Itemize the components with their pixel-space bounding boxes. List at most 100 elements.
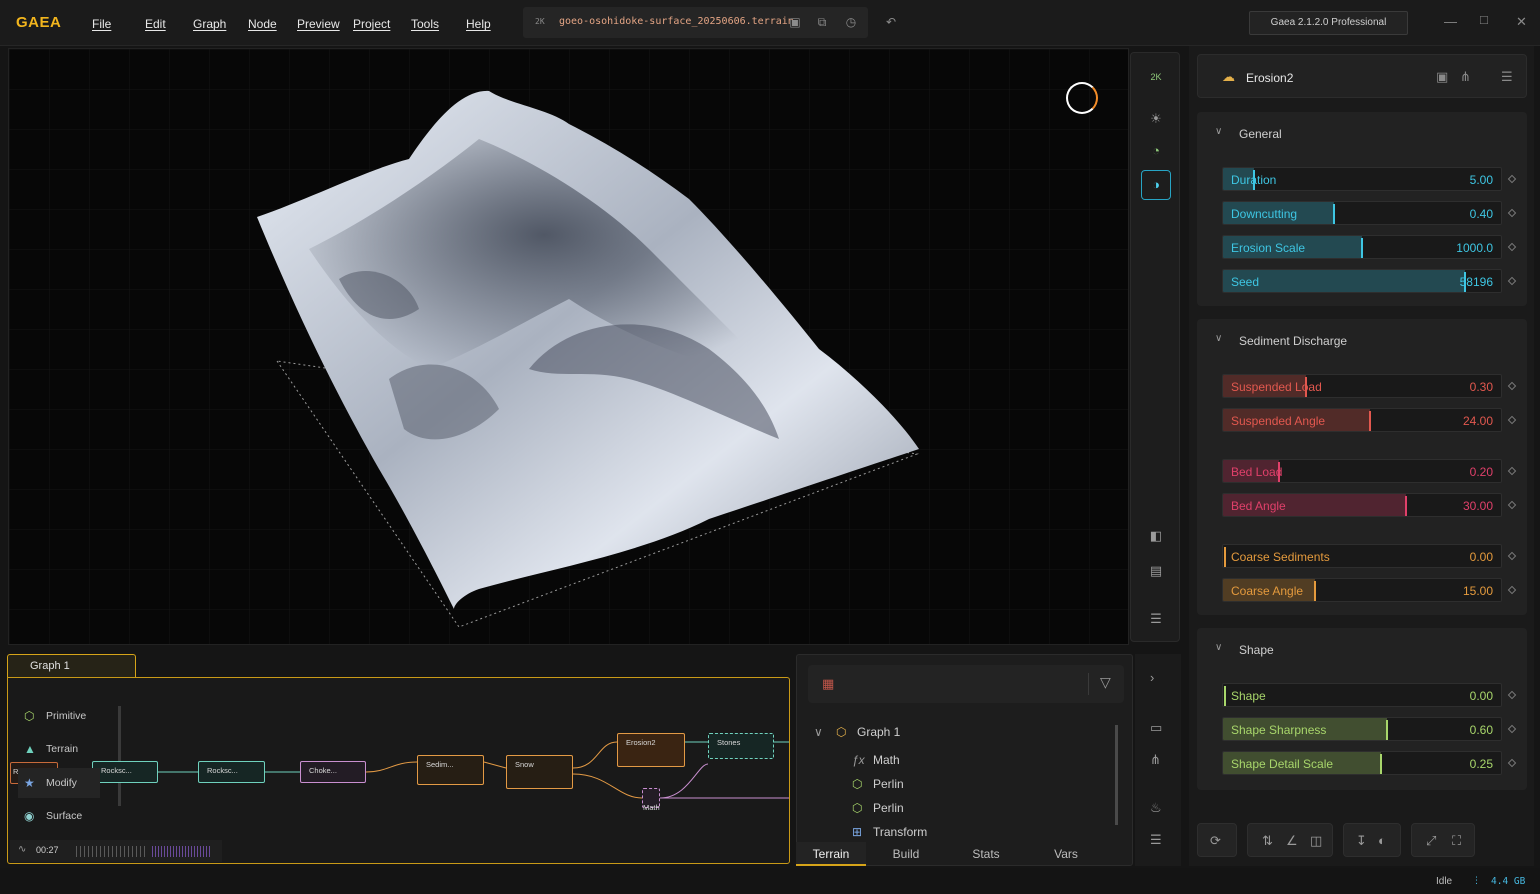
tab-vars[interactable]: Vars [1034,842,1098,866]
graph-node[interactable]: Rocksc... [198,761,265,783]
keyframe-diamond-icon[interactable] [1507,415,1517,425]
keyframe-diamond-icon[interactable] [1507,585,1517,595]
color-wheel-icon[interactable]: ◔ [1142,139,1170,163]
nodes-icon[interactable]: ⋔ [1150,752,1161,768]
param-slider-coarse-angle[interactable]: Coarse Angle 15.00 [1222,578,1502,602]
palette-surface[interactable]: ◉ Surface [18,801,100,831]
share-icon[interactable]: ⋔ [1460,69,1471,85]
section-title[interactable]: Sediment Discharge [1239,334,1347,348]
param-slider-bed-angle[interactable]: Bed Angle 30.00 [1222,493,1502,517]
keyframe-diamond-icon[interactable] [1507,242,1517,252]
slider-handle[interactable] [1224,547,1226,567]
param-value[interactable]: 0.25 [1470,757,1493,771]
param-slider-seed[interactable]: Seed 58196 [1222,269,1502,293]
tree-item-transform[interactable]: Transform [873,825,927,839]
menu-lines-icon[interactable]: ☰ [1142,607,1170,631]
copy-icon[interactable]: ⧉ [815,15,829,29]
palette-primitive[interactable]: ⬡ Primitive [18,701,100,731]
search-input[interactable]: ▦ ▽ [808,665,1124,703]
history-icon[interactable]: ◷ [844,15,858,29]
param-value[interactable]: 15.00 [1463,584,1493,598]
keyframe-diamond-icon[interactable] [1507,690,1517,700]
graph-node[interactable]: Math [642,788,660,812]
graph-node[interactable]: Sedim... [417,755,484,785]
fire-icon[interactable]: ♨ [1150,800,1162,816]
3d-viewport[interactable] [8,48,1129,645]
compare-icon[interactable]: ◧ [1142,524,1170,548]
graph-node[interactable]: Stones [708,733,774,759]
section-title[interactable]: Shape [1239,643,1274,657]
tree-root-graph[interactable]: Graph 1 [857,725,900,739]
chevron-down-icon[interactable]: ∨ [1215,333,1222,344]
slider-handle[interactable] [1386,720,1388,740]
slider-handle[interactable] [1333,204,1335,224]
save-icon[interactable]: ▣ [788,15,802,29]
param-slider-duration[interactable]: Duration 5.00 [1222,167,1502,191]
menu-help[interactable]: Help [466,17,491,31]
tree-item-perlin[interactable]: Perlin [873,777,904,791]
refresh-button[interactable]: ⟳ [1197,823,1237,857]
param-value[interactable]: 1000.0 [1456,241,1493,255]
param-slider-shape-sharpness[interactable]: Shape Sharpness 0.60 [1222,717,1502,741]
graph-node[interactable]: Snow [506,755,573,789]
keyframe-diamond-icon[interactable] [1507,500,1517,510]
tree-item-math[interactable]: Math [873,753,900,767]
menu-preview[interactable]: Preview [297,17,340,31]
material-icon[interactable]: ◑ [1141,170,1171,200]
param-value[interactable]: 30.00 [1463,499,1493,513]
keyframe-diamond-icon[interactable] [1507,724,1517,734]
graph-editor[interactable]: Ro... Rocksc... Rocksc... Choke... Sedim… [7,677,790,864]
param-value[interactable]: 5.00 [1470,173,1493,187]
filter-icon[interactable]: ▽ [1100,674,1111,691]
keyframe-diamond-icon[interactable] [1507,381,1517,391]
menu-icon[interactable]: ☰ [1501,69,1513,85]
param-slider-downcutting[interactable]: Downcutting 0.40 [1222,201,1502,225]
param-value[interactable]: 0.30 [1470,380,1493,394]
param-value[interactable]: 58196 [1460,275,1493,289]
menu-tools[interactable]: Tools [411,17,439,31]
maximize-icon[interactable]: □ [1480,12,1488,27]
slider-handle[interactable] [1361,238,1363,258]
view-buttons[interactable]: ↧ ◐ [1343,823,1401,857]
tree-item-perlin[interactable]: Perlin [873,801,904,815]
menu-lines-icon[interactable]: ☰ [1150,832,1162,848]
slider-handle[interactable] [1405,496,1407,516]
file-box[interactable]: 2K goeo-osohidoke-surface_20250606.terra… [523,7,868,38]
tab-stats[interactable]: Stats [954,842,1018,866]
graph-node-selected[interactable]: Erosion2 [617,733,685,767]
param-value[interactable]: 0.00 [1470,689,1493,703]
menu-project[interactable]: Project [353,17,390,31]
palette-terrain[interactable]: ▲ Terrain [18,734,100,764]
keyframe-diamond-icon[interactable] [1507,208,1517,218]
chevron-down-icon[interactable]: ∨ [1215,126,1222,137]
graph-node[interactable]: Rocksc... [92,761,158,783]
param-slider-coarse-sediments[interactable]: Coarse Sediments 0.00 [1222,544,1502,568]
menu-graph[interactable]: Graph [193,17,226,31]
param-value[interactable]: 0.40 [1470,207,1493,221]
close-icon[interactable]: ✕ [1516,14,1527,30]
keyframe-diamond-icon[interactable] [1507,276,1517,286]
tab-terrain[interactable]: Terrain [796,842,866,866]
palette-modify[interactable]: ★ Modify [18,768,100,798]
keyframe-diamond-icon[interactable] [1507,174,1517,184]
section-title[interactable]: General [1239,127,1282,141]
transform-buttons[interactable]: ⇅ ∠ ◫ [1247,823,1333,857]
menu-node[interactable]: Node [248,17,277,31]
param-slider-shape-detail-scale[interactable]: Shape Detail Scale 0.25 [1222,751,1502,775]
param-value[interactable]: 0.20 [1470,465,1493,479]
slider-handle[interactable] [1314,581,1316,601]
chevron-down-icon[interactable]: ∨ [814,725,823,739]
chevron-right-icon[interactable]: › [1150,670,1154,685]
slider-handle[interactable] [1224,686,1226,706]
tab-build[interactable]: Build [874,842,938,866]
keyframe-diamond-icon[interactable] [1507,758,1517,768]
param-value[interactable]: 0.60 [1470,723,1493,737]
param-value[interactable]: 24.00 [1463,414,1493,428]
layout-icon[interactable]: ▤ [1142,559,1170,583]
param-slider-suspended-load[interactable]: Suspended Load 0.30 [1222,374,1502,398]
scrollbar[interactable] [1115,725,1118,825]
keyframe-diamond-icon[interactable] [1507,466,1517,476]
fit-buttons[interactable]: ⤢ ⛶ [1411,823,1475,857]
graph-node[interactable]: Choke... [300,761,366,783]
param-slider-suspended-angle[interactable]: Suspended Angle 24.00 [1222,408,1502,432]
